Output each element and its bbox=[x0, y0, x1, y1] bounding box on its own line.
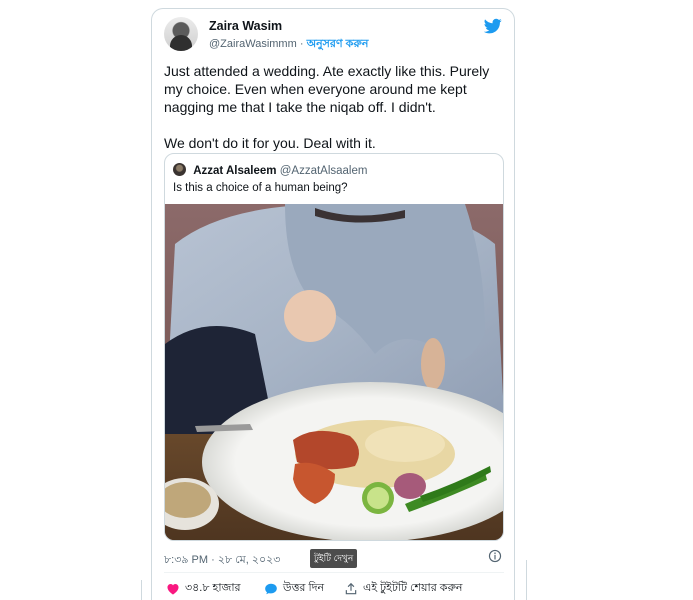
reply-bubble-icon bbox=[265, 583, 277, 594]
page-right-rule bbox=[526, 560, 527, 600]
heart-icon bbox=[167, 583, 179, 595]
quoted-text: Is this a choice of a human being? bbox=[173, 182, 348, 194]
reply-button[interactable]: উত্তর দিন bbox=[264, 579, 324, 598]
like-count: ৩৪.৮ হাজার bbox=[185, 582, 241, 594]
share-button[interactable]: এই টুইটটি শেয়ার করুন bbox=[344, 579, 463, 598]
author-avatar[interactable] bbox=[164, 17, 198, 51]
share-icon bbox=[345, 582, 357, 594]
view-tweet-tooltip: টুইটি দেখুন bbox=[310, 549, 358, 568]
author-handle-line: @ZairaWasimmm · অনুসরণ করুন bbox=[209, 35, 368, 54]
tweet-text-paragraph-1: Just attended a wedding. Ate exactly lik… bbox=[164, 63, 490, 115]
tweet-header: Zaira Wasim @ZairaWasimmm · অনুসরণ করুন bbox=[164, 17, 502, 57]
quoted-header: Azzat Alsaleem @AzzatAlsaalem bbox=[173, 163, 367, 177]
reply-label: উত্তর দিন bbox=[283, 582, 325, 594]
tweet-text-paragraph-2: We don't do it for you. Deal with it. bbox=[164, 135, 376, 151]
info-icon[interactable] bbox=[488, 549, 502, 563]
quoted-photo[interactable] bbox=[165, 204, 504, 541]
quoted-avatar bbox=[173, 163, 186, 176]
follow-button[interactable]: অনুসরণ করুন bbox=[307, 38, 369, 50]
share-label: এই টুইটটি শেয়ার করুন bbox=[363, 582, 463, 594]
author-handle[interactable]: @ZairaWasimmm bbox=[209, 38, 297, 50]
actions-divider bbox=[164, 572, 504, 573]
handle-separator: · bbox=[299, 38, 304, 50]
quoted-tweet[interactable]: Azzat Alsaleem @AzzatAlsaalem Is this a … bbox=[164, 153, 504, 541]
tweet-card[interactable]: Zaira Wasim @ZairaWasimmm · অনুসরণ করুন … bbox=[151, 8, 515, 600]
quoted-author-handle: @AzzatAlsaalem bbox=[279, 165, 368, 177]
page-left-rule bbox=[141, 580, 142, 600]
twitter-bird-icon[interactable] bbox=[484, 17, 502, 35]
like-button[interactable]: ৩৪.৮ হাজার bbox=[166, 579, 241, 598]
quoted-author-name: Azzat Alsaleem bbox=[193, 165, 277, 177]
tweet-actions: ৩৪.৮ হাজার উত্তর দিন এই টুইটটি শেয়ার কর… bbox=[164, 579, 504, 597]
tweet-timestamp[interactable]: ৮:৩৯ PM · ২৮ মে, ২০২৩ bbox=[164, 551, 280, 570]
author-name[interactable]: Zaira Wasim bbox=[209, 19, 282, 33]
tweet-meta: ৮:৩৯ PM · ২৮ মে, ২০২৩ টুইটি দেখুন bbox=[164, 549, 504, 568]
